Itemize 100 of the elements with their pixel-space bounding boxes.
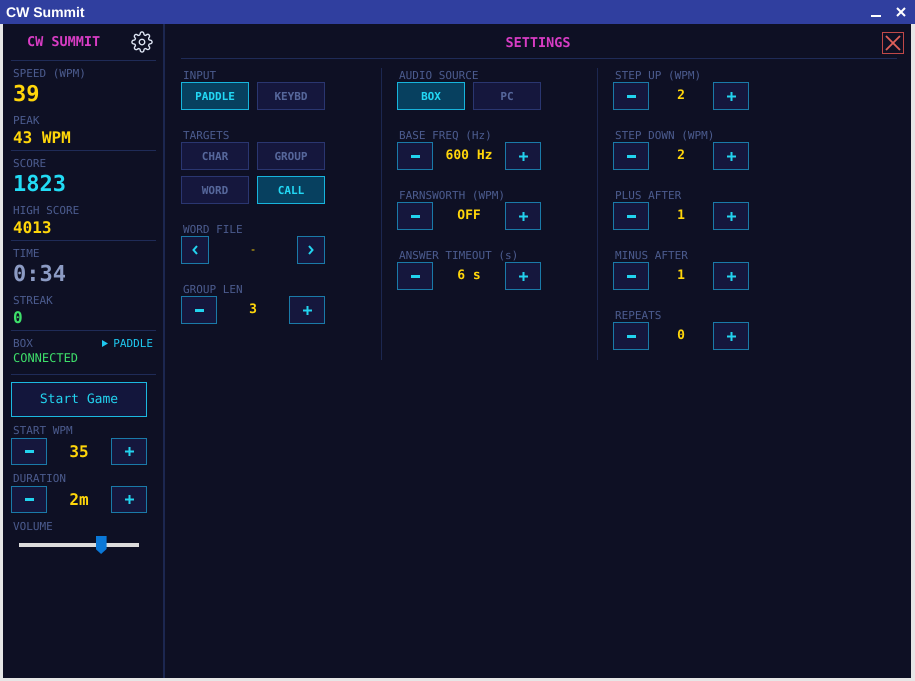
decrement-button[interactable]	[11, 438, 47, 465]
decrement-button[interactable]	[11, 486, 47, 513]
decrement-button[interactable]	[613, 322, 649, 350]
minus-icon	[626, 334, 636, 338]
toggle-button[interactable]: CHAR	[181, 142, 249, 170]
stepper-value: 2m	[68, 490, 90, 508]
increment-button[interactable]	[505, 262, 541, 290]
stat-value: 39	[13, 82, 40, 108]
plus-icon	[302, 306, 312, 314]
field-label: BASE FREQ (Hz)	[398, 129, 492, 142]
field-label: STEP UP (WPM)	[614, 69, 702, 82]
stepper-value: 2	[676, 88, 686, 104]
toggle-button[interactable]: CALL	[257, 176, 325, 204]
minus-icon	[24, 450, 34, 453]
minus-icon	[24, 498, 34, 501]
increment-button[interactable]	[713, 82, 749, 110]
toggle-button[interactable]: KEYBD	[257, 82, 325, 110]
plus-icon	[518, 152, 528, 160]
start-game-button[interactable]: Start Game	[11, 382, 147, 417]
stat-value: 0	[13, 309, 23, 327]
panel-title: SETTINGS	[504, 35, 572, 51]
input-source: PADDLE	[113, 337, 153, 350]
increment-button[interactable]	[713, 202, 749, 230]
stepper-value: OFF	[456, 208, 482, 224]
settings-icon[interactable]	[131, 31, 153, 53]
close-icon[interactable]	[896, 7, 906, 17]
stat-label: SCORE	[13, 157, 46, 170]
increment-button[interactable]	[289, 296, 325, 324]
decrement-button[interactable]	[397, 142, 433, 170]
minus-icon	[626, 94, 636, 98]
plus-icon	[726, 152, 736, 160]
stat-value: 0:34	[13, 262, 66, 288]
chevron-left-icon	[192, 245, 198, 255]
stat-label: PEAK	[13, 114, 40, 127]
decrement-button[interactable]	[397, 202, 433, 230]
increment-button[interactable]	[713, 322, 749, 350]
decrement-button[interactable]	[613, 262, 649, 290]
app-title: CW SUMMIT	[27, 34, 100, 50]
stepper-value: 1	[676, 268, 686, 284]
decrement-button[interactable]	[181, 296, 217, 324]
close-button[interactable]	[882, 32, 904, 54]
field-label: AUDIO SOURCE	[398, 69, 478, 82]
stepper-value: 600 Hz	[444, 148, 494, 164]
increment-button[interactable]	[505, 142, 541, 170]
minus-icon	[194, 308, 204, 312]
increment-button[interactable]	[713, 262, 749, 290]
connection-status: CONNECTED	[13, 351, 80, 365]
stat-label: STREAK	[13, 294, 53, 307]
file-name-value: -	[248, 242, 258, 258]
next-button[interactable]	[297, 236, 325, 264]
plus-icon	[518, 212, 528, 220]
window-title: CW Summit	[6, 4, 85, 20]
field-label: WORD FILE	[182, 223, 243, 236]
minus-icon	[626, 154, 636, 158]
stepper-value: 3	[248, 302, 258, 318]
stat-value: 1823	[13, 172, 66, 198]
decrement-button[interactable]	[613, 202, 649, 230]
plus-icon	[124, 447, 134, 456]
stat-value: 43 WPM	[13, 129, 71, 147]
stepper-value: 0	[676, 328, 686, 344]
stepper-value: 6 s	[456, 268, 482, 284]
minus-icon	[410, 274, 420, 278]
field-label: STEP DOWN (WPM)	[614, 129, 714, 142]
plus-icon	[726, 272, 736, 280]
plus-icon	[124, 495, 134, 504]
increment-button[interactable]	[505, 202, 541, 230]
field-label: TARGETS	[182, 129, 230, 142]
plus-icon	[726, 92, 736, 100]
toggle-button[interactable]: WORD	[181, 176, 249, 204]
field-label: INPUT	[182, 69, 216, 82]
stat-label: HIGH SCORE	[13, 204, 80, 217]
toggle-button[interactable]: GROUP	[257, 142, 325, 170]
toggle-button[interactable]: BOX	[397, 82, 465, 110]
stepper-label: START WPM	[12, 424, 74, 437]
field-label: REPEATS	[614, 309, 662, 322]
close-icon	[885, 35, 901, 51]
stat-label: TIME	[13, 247, 40, 260]
minus-icon	[626, 274, 636, 278]
decrement-button[interactable]	[397, 262, 433, 290]
field-label: ANSWER TIMEOUT (s)	[398, 249, 518, 262]
increment-button[interactable]	[111, 486, 147, 513]
stat-label: SPEED (WPM)	[13, 67, 86, 80]
slider-label: VOLUME	[12, 520, 54, 533]
stepper-value: 35	[68, 442, 90, 460]
increment-button[interactable]	[713, 142, 749, 170]
minus-icon	[626, 214, 636, 218]
minus-icon	[410, 154, 420, 158]
decrement-button[interactable]	[613, 82, 649, 110]
volume-slider-thumb[interactable]	[96, 536, 107, 554]
toggle-button[interactable]: PC	[473, 82, 541, 110]
previous-button[interactable]	[181, 236, 209, 264]
stat-value: 4013	[13, 219, 52, 237]
field-label: FARNSWORTH (WPM)	[398, 189, 505, 202]
increment-button[interactable]	[111, 438, 147, 465]
stepper-label: DURATION	[12, 472, 67, 485]
play-icon	[102, 340, 108, 347]
decrement-button[interactable]	[613, 142, 649, 170]
stepper-value: 2	[676, 148, 686, 164]
toggle-button[interactable]: PADDLE	[181, 82, 249, 110]
chevron-right-icon	[308, 245, 314, 255]
